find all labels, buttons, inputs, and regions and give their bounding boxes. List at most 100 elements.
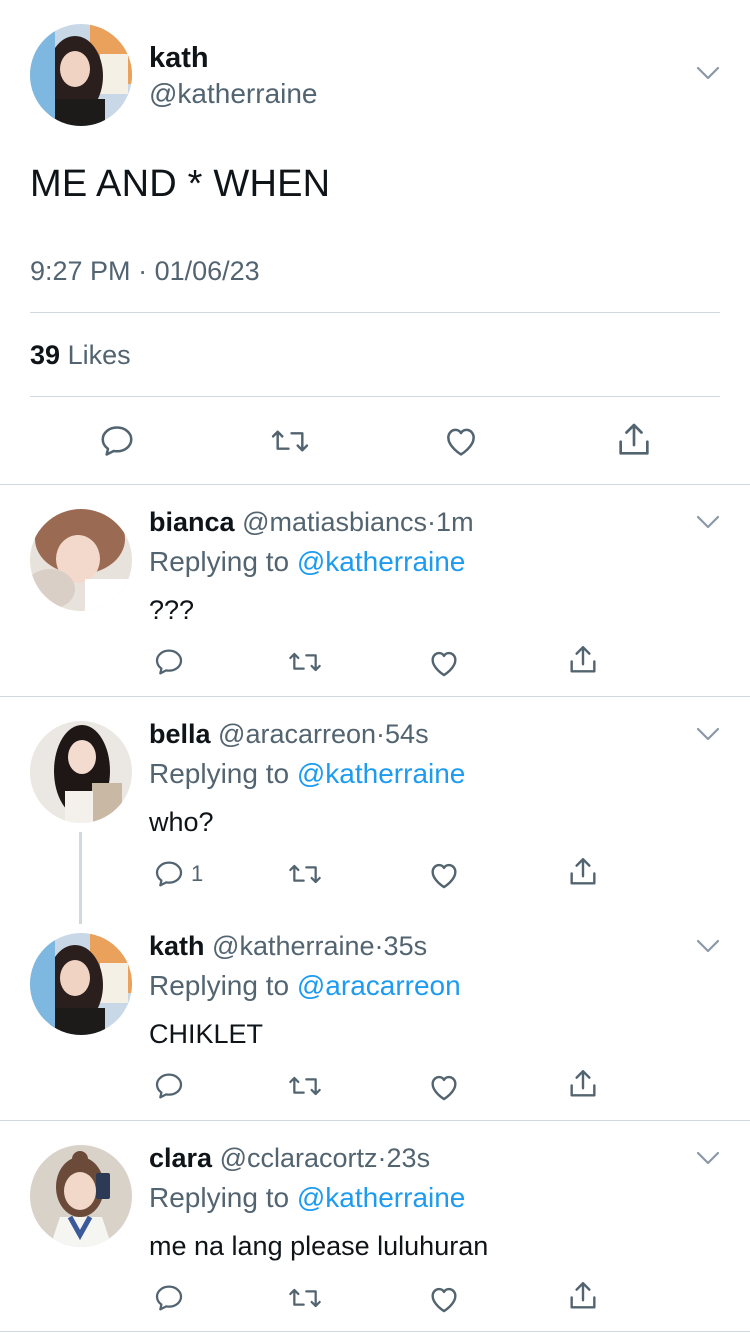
likes-label: Likes (67, 340, 131, 370)
tweet-text: ME AND * WHEN (30, 163, 331, 205)
like-button[interactable] (442, 422, 480, 460)
share-icon (570, 1282, 596, 1309)
reply-header: kath @katherraine·35s (149, 931, 427, 962)
reply-button[interactable] (153, 646, 185, 678)
thread-connector (79, 832, 82, 924)
reply-icon (155, 861, 183, 887)
share-icon (619, 423, 649, 455)
meta-separator: · (427, 507, 437, 537)
retweet-button[interactable] (287, 858, 323, 890)
like-button[interactable] (427, 646, 461, 680)
meta-separator: · (374, 931, 384, 961)
retweet-button[interactable] (287, 1282, 323, 1314)
like-button[interactable] (427, 1282, 461, 1316)
tweet-timestamp: 9:27 PM · 01/06/23 (30, 256, 260, 287)
heart-icon (431, 651, 457, 677)
retweet-icon (289, 864, 321, 884)
retweet-button[interactable] (287, 646, 323, 678)
heart-icon (431, 1075, 457, 1101)
avatar-bianca[interactable] (30, 509, 132, 611)
mention-link[interactable]: @katherraine (297, 546, 466, 577)
reply-text: who? (149, 807, 214, 837)
reply-text: CHIKLET (149, 1019, 264, 1049)
replying-to: Replying to @katherraine (149, 1182, 465, 1214)
share-icon (570, 646, 596, 673)
retweet-button[interactable] (270, 422, 310, 460)
replying-to: Replying to @katherraine (149, 758, 465, 790)
likes-count: 39 (30, 340, 61, 370)
meta-separator: · (138, 256, 148, 286)
retweet-icon (271, 430, 309, 452)
reply-button[interactable] (153, 1070, 185, 1102)
reply-author-name[interactable]: clara (149, 1143, 212, 1173)
reply-author-handle[interactable]: @cclaracortz (220, 1143, 378, 1173)
reply-count: 1 (191, 861, 204, 886)
retweet-icon (289, 1076, 321, 1096)
replying-prefix: Replying to (149, 970, 290, 1001)
share-button[interactable] (566, 1067, 600, 1101)
divider (0, 1331, 750, 1332)
heart-icon (431, 1287, 457, 1313)
tweet-date: 01/06/23 (154, 256, 260, 286)
mention-link[interactable]: @aracarreon (297, 970, 461, 1001)
avatar-clara[interactable] (30, 1145, 132, 1247)
chevron-down-icon[interactable] (696, 1151, 720, 1165)
tweet-time: 9:27 PM (30, 256, 131, 286)
reply-author-handle[interactable]: @aracarreon (218, 719, 376, 749)
avatar-kath[interactable] (30, 933, 132, 1035)
author-name[interactable]: kath (149, 42, 209, 75)
reply-button[interactable] (153, 858, 185, 890)
retweet-button[interactable] (287, 1070, 323, 1102)
avatar-bella[interactable] (30, 721, 132, 823)
divider (0, 696, 750, 697)
mention-link[interactable]: @katherraine (297, 758, 466, 789)
share-icon (570, 1070, 596, 1097)
share-button[interactable] (566, 643, 600, 677)
reply-button[interactable] (98, 422, 136, 460)
reply-age: 1m (436, 507, 474, 537)
reply-header: clara @cclaracortz·23s (149, 1143, 430, 1174)
chevron-down-icon[interactable] (696, 727, 720, 741)
share-button[interactable] (614, 420, 654, 460)
meta-separator: · (376, 719, 386, 749)
reply-author-name[interactable]: bella (149, 719, 211, 749)
heart-icon (447, 428, 475, 456)
chevron-down-icon[interactable] (696, 515, 720, 529)
reply-author-handle[interactable]: @katherraine (212, 931, 375, 961)
reply-age: 23s (386, 1143, 431, 1173)
retweet-icon (289, 1288, 321, 1308)
chevron-down-icon[interactable] (696, 939, 720, 953)
replying-prefix: Replying to (149, 546, 290, 577)
retweet-icon (289, 652, 321, 672)
divider (30, 312, 720, 313)
divider (30, 396, 720, 397)
reply-age: 54s (385, 719, 429, 749)
avatar-kath[interactable] (30, 24, 132, 126)
reply-age: 35s (383, 931, 428, 961)
reply-author-name[interactable]: bianca (149, 507, 235, 537)
share-button[interactable] (566, 1279, 600, 1313)
like-button[interactable] (427, 1070, 461, 1104)
likes-stat[interactable]: 39 Likes (30, 340, 131, 371)
share-icon (570, 858, 596, 885)
replying-to: Replying to @katherraine (149, 546, 465, 578)
reply-icon (155, 649, 183, 675)
like-button[interactable] (427, 858, 461, 892)
mention-link[interactable]: @katherraine (297, 1182, 466, 1213)
author-handle[interactable]: @katherraine (149, 78, 318, 110)
reply-author-handle[interactable]: @matiasbiancs (242, 507, 427, 537)
reply-icon (101, 426, 133, 456)
reply-button[interactable] (153, 1282, 185, 1314)
reply-header: bella @aracarreon·54s (149, 719, 429, 750)
heart-icon (431, 863, 457, 889)
chevron-down-icon[interactable] (696, 66, 720, 80)
replying-prefix: Replying to (149, 758, 290, 789)
share-button[interactable] (566, 855, 600, 889)
replying-prefix: Replying to (149, 1182, 290, 1213)
reply-icon (155, 1073, 183, 1099)
reply-text: me na lang please luluhuran (149, 1231, 489, 1261)
reply-author-name[interactable]: kath (149, 931, 205, 961)
divider (0, 484, 750, 485)
reply-text: ??? (149, 595, 195, 625)
divider (0, 1120, 750, 1121)
